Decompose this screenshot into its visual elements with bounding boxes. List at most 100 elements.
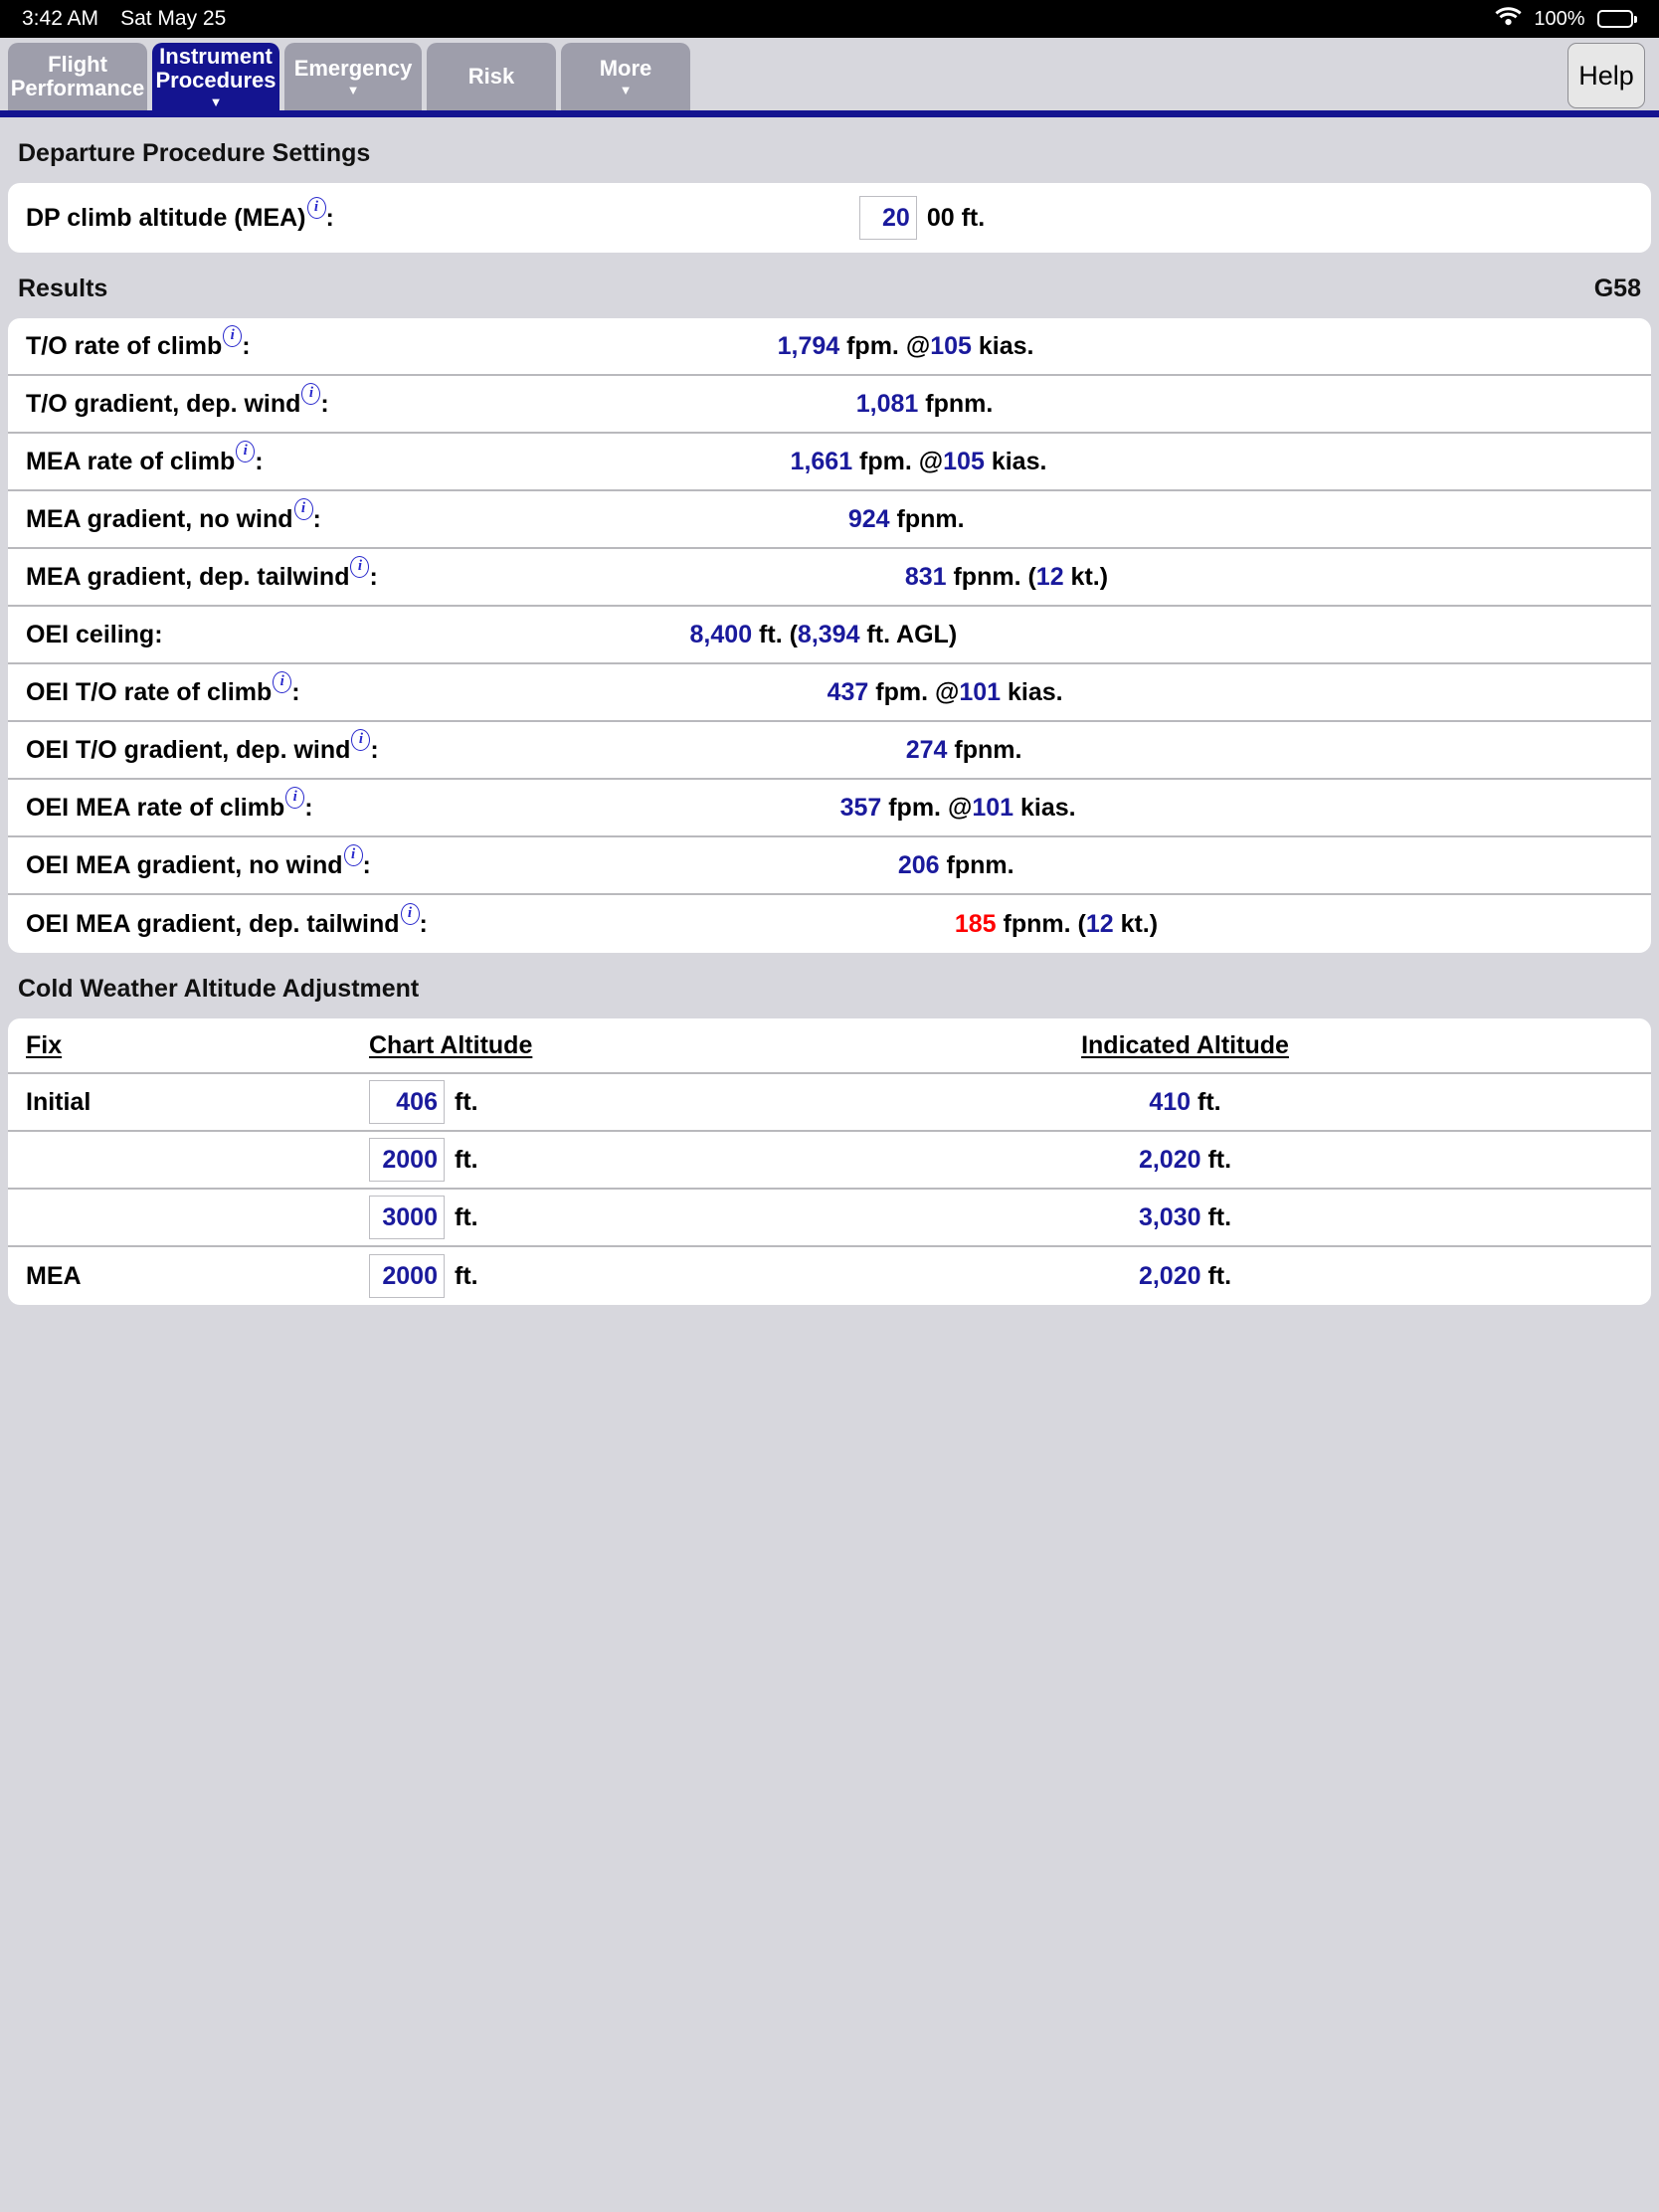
cold-weather-chart-altitude-cell: 2000 ft.: [369, 1138, 866, 1182]
cold-weather-title: Cold Weather Altitude Adjustment: [18, 975, 420, 1003]
dp-climb-altitude-suffix: 00 ft.: [926, 203, 986, 232]
results-row-primary-number: 206: [897, 850, 940, 879]
tab-risk[interactable]: Risk: [427, 43, 556, 110]
cold-weather-indicated-altitude-cell: 410 ft.: [866, 1088, 1633, 1117]
results-row: MEA gradient, dep. tailwind i: 831 fpnm. (…: [8, 549, 1651, 607]
results-row-secondary-number: 12: [1035, 562, 1064, 591]
cold-weather-chart-altitude-cell: 406 ft.: [369, 1080, 866, 1124]
results-row-primary-unit: fpnm.: [889, 504, 965, 533]
results-row-label: MEA gradient, dep. tailwind: [26, 562, 350, 591]
info-icon[interactable]: i: [236, 440, 256, 462]
results-row: OEI T/O gradient, dep. wind i: 274 fpnm.: [8, 722, 1651, 780]
info-icon[interactable]: i: [343, 843, 363, 866]
info-icon[interactable]: i: [285, 786, 305, 809]
results-row-label: T/O rate of climb: [26, 331, 223, 360]
indicated-altitude-value: 3,030 ft.: [1139, 1203, 1231, 1232]
results-row-secondary-number: 101: [959, 677, 1002, 706]
results-row: MEA gradient, no wind i: 924 fpnm.: [8, 491, 1651, 549]
results-row-colon: :: [369, 562, 378, 591]
info-icon[interactable]: i: [293, 497, 313, 520]
results-row-primary-number: 185: [954, 909, 997, 938]
cold-weather-table-row: MEA 2000 ft. 2,020 ft.: [8, 1247, 1651, 1305]
results-row-label-wrap: OEI ceiling:: [26, 621, 163, 649]
results-row-label: MEA gradient, no wind: [26, 504, 293, 533]
results-row: OEI MEA rate of climb i: 357 fpm. @101 kia…: [8, 780, 1651, 837]
results-row-value: 1,081 fpnm.: [856, 390, 994, 419]
tab-bar: Flight Performance Instrument Procedures ▼…: [0, 38, 1659, 110]
results-row-primary-number: 357: [839, 793, 882, 822]
info-icon[interactable]: i: [306, 196, 326, 219]
info-icon[interactable]: i: [350, 555, 370, 578]
indicated-altitude-number: 2,020: [1138, 1261, 1201, 1290]
results-row-primary-number: 831: [904, 562, 947, 591]
results-row-label: OEI T/O rate of climb: [26, 677, 273, 706]
cold-weather-card: Fix Chart Altitude Indicated Altitude In…: [8, 1018, 1651, 1305]
cold-weather-chart-altitude-cell: 2000 ft.: [369, 1254, 866, 1298]
results-row: OEI ceiling: 8,400 ft. (8,394 ft. AGL): [8, 607, 1651, 664]
dp-climb-altitude-label: DP climb altitude (MEA): [26, 203, 306, 232]
results-row-value: 185 fpnm. (12 kt.): [955, 910, 1158, 939]
results-row-colon: :: [419, 909, 428, 938]
column-header-fix: Fix: [26, 1030, 63, 1059]
results-row-label-wrap: T/O rate of climb i:: [26, 324, 251, 361]
results-row-value: 437 fpm. @101 kias.: [828, 678, 1063, 707]
results-row-primary-number: 274: [905, 735, 948, 764]
help-button[interactable]: Help: [1567, 43, 1645, 108]
column-header-indicated-altitude: Indicated Altitude: [1081, 1030, 1289, 1059]
results-row-value: 1,794 fpm. @105 kias.: [778, 332, 1034, 361]
results-row-colon: :: [242, 331, 251, 360]
results-row-label-wrap: OEI MEA gradient, dep. tailwind i:: [26, 902, 428, 939]
tab-bar-underline: [0, 110, 1659, 117]
status-date: Sat May 25: [120, 7, 227, 30]
results-row-secondary-unit: kias.: [971, 331, 1034, 360]
cold-weather-header: Cold Weather Altitude Adjustment: [0, 953, 1659, 1018]
cold-weather-indicated-altitude-cell: 3,030 ft.: [866, 1203, 1633, 1232]
cold-weather-table-row: 3000 ft. 3,030 ft.: [8, 1190, 1651, 1247]
chart-altitude-input[interactable]: 2000: [369, 1254, 445, 1298]
cold-weather-indicated-altitude-cell: 2,020 ft.: [866, 1146, 1633, 1175]
wifi-icon: [1495, 6, 1522, 32]
info-icon[interactable]: i: [400, 902, 420, 925]
info-icon[interactable]: i: [301, 382, 321, 405]
results-row-value: 274 fpnm.: [906, 736, 1022, 765]
dp-climb-altitude-input[interactable]: 20: [858, 196, 917, 240]
chevron-down-icon: ▼: [619, 83, 633, 98]
results-row-secondary-unit: ft. AGL): [859, 620, 958, 648]
results-row-label-wrap: MEA gradient, dep. tailwind i:: [26, 555, 378, 592]
cold-weather-table-header-row: Fix Chart Altitude Indicated Altitude: [8, 1018, 1651, 1074]
results-card: T/O rate of climb i:1,794 fpm. @105 kias.…: [8, 318, 1651, 953]
results-row-primary-unit: fpnm.: [918, 389, 994, 418]
info-icon[interactable]: i: [351, 728, 371, 751]
tab-more[interactable]: More ▼: [561, 43, 690, 110]
results-row-label: MEA rate of climb: [26, 447, 236, 475]
results-row-secondary-number: 105: [930, 331, 972, 360]
tab-instrument-procedures[interactable]: Instrument Procedures ▼: [152, 43, 279, 110]
results-row-label-wrap: OEI T/O gradient, dep. wind i:: [26, 728, 379, 765]
dp-climb-altitude-colon: :: [325, 203, 334, 232]
tab-risk-label: Risk: [467, 63, 515, 89]
tab-emergency[interactable]: Emergency ▼: [284, 43, 422, 110]
results-row-primary-number: 1,081: [855, 389, 919, 418]
info-icon[interactable]: i: [273, 670, 292, 693]
indicated-altitude-value: 2,020 ft.: [1139, 1146, 1231, 1175]
results-row-primary-unit: fpnm.: [939, 850, 1014, 879]
results-header: Results G58: [0, 253, 1659, 318]
results-row-label: T/O gradient, dep. wind: [26, 389, 301, 418]
dp-climb-altitude-label-wrap: DP climb altitude (MEA) i :: [26, 196, 334, 233]
departure-settings-header: Departure Procedure Settings: [0, 117, 1659, 183]
chart-altitude-input[interactable]: 3000: [369, 1196, 445, 1239]
results-row-value: 924 fpnm.: [848, 505, 965, 534]
results-row-label: OEI T/O gradient, dep. wind: [26, 735, 351, 764]
info-icon[interactable]: i: [223, 324, 243, 347]
dp-climb-altitude-row: DP climb altitude (MEA) i : 20 00 ft.: [8, 183, 1651, 253]
chart-altitude-input[interactable]: 406: [369, 1080, 445, 1124]
chart-altitude-input[interactable]: 2000: [369, 1138, 445, 1182]
results-aircraft-badge: G58: [1593, 275, 1641, 302]
results-row: OEI MEA gradient, dep. tailwind i: 185 fpn…: [8, 895, 1651, 953]
results-row-primary-unit: fpm. @: [852, 447, 944, 475]
tab-flight-performance[interactable]: Flight Performance: [8, 43, 147, 110]
tab-instrument-procedures-label: Instrument Procedures: [155, 43, 276, 92]
battery-full-icon: [1596, 10, 1637, 28]
departure-settings-title: Departure Procedure Settings: [18, 139, 371, 167]
results-row-secondary-number: 105: [943, 447, 985, 475]
